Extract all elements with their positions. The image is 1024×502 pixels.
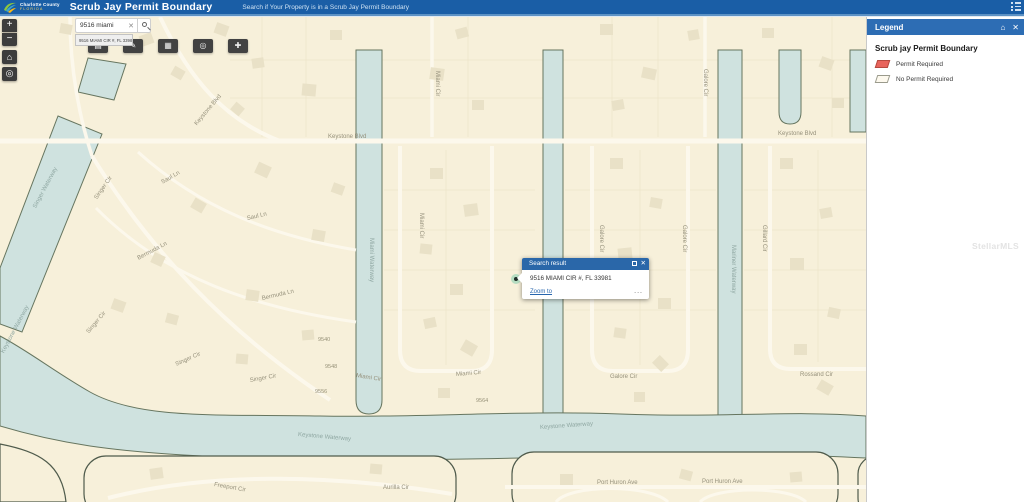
basemap-icon: ▦ (164, 41, 172, 50)
page-title: Scrub Jay Permit Boundary (70, 1, 213, 13)
search-input[interactable] (76, 22, 125, 29)
basemap (0, 17, 866, 502)
map-canvas[interactable]: Keystone BlvdKeystone BlvdKeystone BlvdS… (0, 17, 866, 502)
legend-item-label: Permit Required (896, 61, 943, 68)
add-data-button[interactable]: ✚ (228, 39, 248, 53)
zoom-out-button[interactable]: − (2, 33, 17, 46)
home-button[interactable]: ⌂ (2, 50, 17, 64)
search-button[interactable] (137, 18, 151, 33)
locate-button[interactable]: ◎ (2, 67, 17, 81)
zoom-in-button[interactable]: + (2, 19, 17, 32)
popup-title: Search result (529, 260, 566, 267)
basemap-button[interactable]: ▦ (158, 39, 178, 53)
popup-address: 9516 MIAMI CIR #, FL 33981 (522, 270, 649, 282)
map-label: Keystone Blvd (328, 134, 366, 140)
map-label: Miami Waterway (368, 238, 374, 282)
legend-panel: Legend ⌂ ✕ Scrub jay Permit Boundary Per… (866, 17, 1024, 502)
legend-item: No Permit Required (876, 75, 1024, 83)
map-label: Galore Cir (610, 374, 637, 380)
map-label: 9540 (318, 337, 330, 343)
search-suggestion-item[interactable]: 9516 MIAMI CIR #, FL 33981 (75, 34, 133, 46)
more-options-icon[interactable]: ... (634, 290, 643, 294)
maximize-icon[interactable] (632, 261, 637, 266)
page-subtitle: Search if Your Property is in a Scrub Ja… (242, 4, 409, 11)
clear-search-icon[interactable]: ✕ (125, 22, 137, 30)
legend-item-label: No Permit Required (896, 76, 953, 83)
details-menu-icon[interactable] (1011, 2, 1021, 12)
map-label: 9556 (315, 389, 327, 395)
map-label: 9564 (476, 398, 488, 404)
legend-header: Legend ⌂ ✕ (867, 19, 1024, 35)
app-window: Keystone BlvdKeystone BlvdKeystone BlvdS… (0, 0, 1024, 502)
map-label: Keystone Blvd (778, 131, 816, 137)
popup-header[interactable]: Search result ✕ (522, 258, 649, 270)
search-result-popup: Search result ✕ 9516 MIAMI CIR #, FL 339… (522, 258, 649, 299)
map-label: Miami Cir (434, 71, 440, 96)
legend-item: Permit Required (876, 60, 1024, 68)
logo-state-name: FLORIDA (20, 8, 60, 12)
map-label: 9548 (325, 364, 337, 370)
legend-layer-heading: Scrub jay Permit Boundary (875, 44, 1024, 53)
header-accent-strip (0, 14, 1024, 17)
app-header: Charlotte County FLORIDA Scrub Jay Permi… (0, 0, 1024, 14)
legend-title: Legend (875, 23, 1000, 32)
close-icon[interactable]: ✕ (641, 258, 646, 270)
map-label: Aurilla Cir (383, 485, 409, 491)
measure-icon: ◎ (200, 41, 207, 50)
map-label: Mariner Waterway (730, 245, 736, 293)
search-icon (142, 22, 147, 27)
locate-icon: ◎ (6, 68, 14, 78)
watermark: StellarMLS (972, 241, 1019, 251)
map-label: Galore Cir (702, 69, 708, 96)
map-label: Port Huron Ave (597, 480, 638, 486)
map-label: Gillard Cir (761, 225, 767, 252)
county-logo: Charlotte County FLORIDA (3, 1, 60, 13)
legend-swatch-white (875, 75, 891, 83)
zoom-to-link[interactable]: Zoom to (530, 289, 552, 295)
search-bar: ✕ (75, 18, 151, 33)
measure-button[interactable]: ◎ (193, 39, 213, 53)
map-label: Port Huron Ave (702, 479, 743, 485)
county-logo-icon (3, 1, 17, 13)
add-data-icon: ✚ (235, 41, 242, 50)
map-label: Miami Cir (418, 213, 424, 238)
legend-items: Permit Required No Permit Required (867, 60, 1024, 83)
close-icon[interactable]: ✕ (1012, 23, 1019, 32)
map-label: Rossand Cir (800, 372, 833, 378)
legend-swatch-red (875, 60, 891, 68)
map-label: Galore Cir (681, 225, 687, 252)
popup-arrow (517, 273, 522, 283)
home-icon: ⌂ (7, 52, 12, 62)
map-label: Galore Cir (598, 225, 604, 252)
dock-icon[interactable]: ⌂ (1000, 23, 1005, 32)
search-box: ✕ (75, 18, 137, 33)
